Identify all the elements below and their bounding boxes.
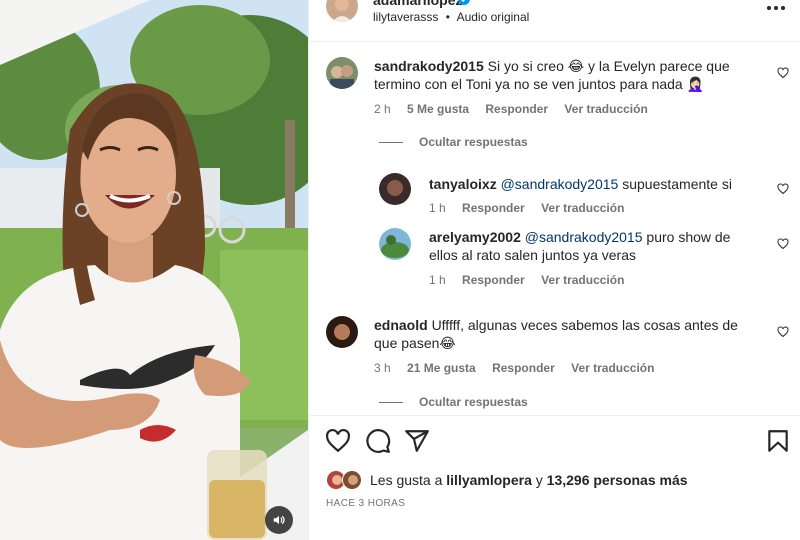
replies-divider — [379, 402, 403, 404]
more-options-icon[interactable] — [764, 2, 788, 14]
reply-button[interactable]: Responder — [485, 102, 548, 116]
heart-icon[interactable] — [325, 428, 351, 454]
author-avatar[interactable] — [326, 0, 358, 22]
video-frame — [0, 0, 308, 540]
post-timestamp[interactable]: HACE 3 HORAS — [326, 498, 405, 509]
heart-icon[interactable] — [777, 67, 789, 79]
translate-button[interactable]: Ver traducción — [541, 273, 624, 287]
comment-likes[interactable]: 21 Me gusta — [407, 361, 476, 375]
commenter-avatar[interactable] — [379, 228, 411, 260]
likes-count[interactable]: 13,296 personas más — [547, 472, 688, 488]
separator-dot: • — [445, 10, 450, 24]
replies-divider — [379, 142, 403, 144]
verified-badge-icon — [458, 0, 470, 5]
comment-meta: 2 h 5 Me gusta Responder Ver traducción — [374, 102, 661, 116]
heart-icon[interactable] — [777, 326, 789, 338]
audio-line: lilytaverasss • Audio original — [373, 10, 529, 24]
reply-button[interactable]: Responder — [462, 201, 525, 215]
reply-meta: 1 h Responder Ver traducción — [429, 201, 637, 215]
comment-time[interactable]: 3 h — [374, 361, 391, 375]
post-video[interactable] — [0, 0, 308, 540]
commenter-avatar[interactable] — [326, 316, 358, 348]
reply-time[interactable]: 1 h — [429, 201, 446, 215]
reply-button[interactable]: Responder — [492, 361, 555, 375]
audio-label[interactable]: Audio original — [457, 10, 530, 24]
audio-username[interactable]: lilytaverasss — [373, 10, 438, 24]
hide-replies-label: Ocultar respuestas — [419, 395, 528, 409]
commenter-avatar[interactable] — [379, 173, 411, 205]
liker-avatars — [326, 470, 364, 490]
reply-mention[interactable]: @sandrakody2015 — [501, 176, 619, 192]
reply-text: tanyaloixz @sandrakody2015 supuestamente… — [429, 175, 759, 193]
comment-meta: 3 h 21 Me gusta Responder Ver traducción — [374, 361, 667, 375]
reply-mention[interactable]: @sandrakody2015 — [525, 229, 643, 245]
likes-summary: Les gusta a lillyamlopera y 13,296 perso… — [326, 469, 688, 491]
likes-connector: y — [535, 472, 543, 488]
commenter-avatar[interactable] — [326, 57, 358, 89]
hide-replies-button[interactable]: Ocultar respuestas — [379, 135, 528, 149]
comments-list[interactable]: sandrakody2015 Si yo si creo 😂 y la Evel… — [309, 43, 800, 415]
reply-time[interactable]: 1 h — [429, 273, 446, 287]
speaker-icon — [273, 515, 285, 525]
likes-prefix: Les gusta a — [370, 472, 443, 488]
comment-icon[interactable] — [365, 428, 391, 454]
heart-icon[interactable] — [777, 238, 789, 250]
reply-meta: 1 h Responder Ver traducción — [429, 273, 637, 287]
reply-body: supuestamente si — [622, 176, 732, 192]
liker-username[interactable]: lillyamlopera — [446, 472, 532, 488]
reply-text: arelyamy2002 @sandrakody2015 puro show d… — [429, 228, 749, 264]
translate-button[interactable]: Ver traducción — [571, 361, 654, 375]
comment-text: ednaold Ufffff, algunas veces sabemos la… — [374, 316, 759, 352]
comment-username[interactable]: sandrakody2015 — [374, 58, 484, 74]
post-header: adamarilopez lilytaverasss • Audio origi… — [309, 0, 800, 42]
share-icon[interactable] — [404, 428, 430, 454]
reply-username[interactable]: tanyaloixz — [429, 176, 497, 192]
hide-replies-label: Ocultar respuestas — [419, 135, 528, 149]
comment-username[interactable]: ednaold — [374, 317, 428, 333]
translate-button[interactable]: Ver traducción — [541, 201, 624, 215]
reply-username[interactable]: arelyamy2002 — [429, 229, 521, 245]
post-panel: adamarilopez lilytaverasss • Audio origi… — [308, 0, 800, 540]
liker-avatar[interactable] — [342, 470, 362, 490]
audio-toggle-button[interactable] — [265, 506, 293, 534]
comment-text: sandrakody2015 Si yo si creo 😂 y la Evel… — [374, 57, 742, 93]
translate-button[interactable]: Ver traducción — [564, 102, 647, 116]
comment-body: Ufffff, algunas veces sabemos las cosas … — [374, 317, 738, 351]
post-actions: Les gusta a lillyamlopera y 13,296 perso… — [309, 415, 800, 540]
bookmark-icon[interactable] — [765, 428, 791, 454]
hide-replies-button[interactable]: Ocultar respuestas — [379, 395, 528, 409]
heart-icon[interactable] — [777, 183, 789, 195]
comment-likes[interactable]: 5 Me gusta — [407, 102, 469, 116]
comment-time[interactable]: 2 h — [374, 102, 391, 116]
author-username[interactable]: adamarilopez — [373, 0, 462, 8]
reply-button[interactable]: Responder — [462, 273, 525, 287]
